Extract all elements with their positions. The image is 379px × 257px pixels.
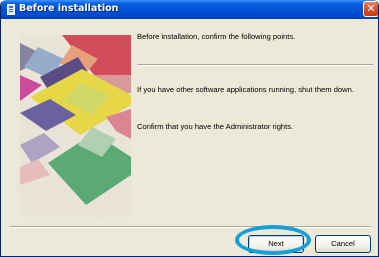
intro-text: Before installation, confirm the followi… bbox=[137, 32, 296, 41]
artwork-image bbox=[20, 35, 131, 217]
window-title: Before installation bbox=[19, 3, 119, 14]
close-icon: ✕ bbox=[366, 2, 376, 15]
footer-divider bbox=[9, 226, 371, 228]
close-button[interactable]: ✕ bbox=[363, 1, 378, 17]
installer-icon bbox=[7, 4, 15, 15]
instructions-area: Before installation, confirm the followi… bbox=[137, 24, 373, 224]
title-bar[interactable]: Before installation ✕ bbox=[1, 0, 378, 19]
decorative-artwork bbox=[20, 35, 131, 217]
installer-window: Before installation ✕ Before installatio… bbox=[0, 0, 379, 257]
next-button[interactable]: Next bbox=[248, 235, 304, 253]
point-close-apps: If you have other software applications … bbox=[137, 85, 354, 94]
point-admin-rights: Confirm that you have the Administrator … bbox=[137, 122, 294, 131]
divider bbox=[137, 64, 373, 66]
cancel-button[interactable]: Cancel bbox=[315, 235, 371, 253]
